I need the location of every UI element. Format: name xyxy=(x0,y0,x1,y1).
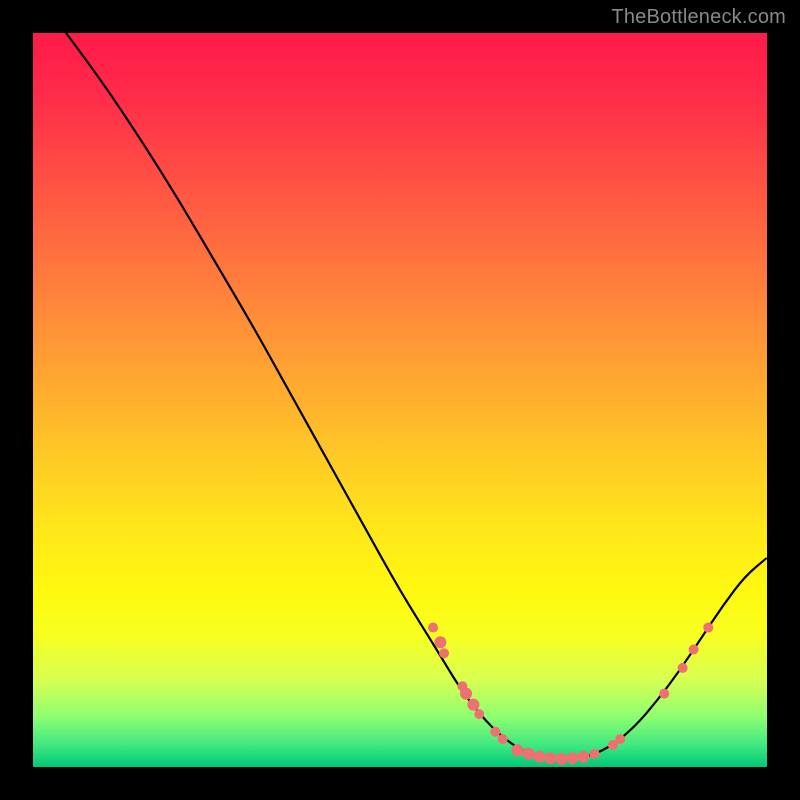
chart-plot-area xyxy=(33,33,767,767)
data-marker xyxy=(555,753,567,765)
data-markers xyxy=(428,623,713,765)
attribution-text: TheBottleneck.com xyxy=(611,6,786,29)
data-marker xyxy=(434,636,446,648)
data-marker xyxy=(474,709,484,719)
data-marker xyxy=(578,751,590,763)
data-marker xyxy=(460,688,472,700)
data-marker xyxy=(659,689,669,699)
chart-curve-layer xyxy=(33,33,767,767)
data-marker xyxy=(544,752,556,764)
data-marker xyxy=(498,734,508,744)
data-marker xyxy=(533,751,545,763)
bottleneck-curve xyxy=(66,33,767,759)
data-marker xyxy=(615,734,625,744)
data-marker xyxy=(678,663,688,673)
data-marker xyxy=(522,748,534,760)
data-marker xyxy=(467,699,479,711)
data-marker xyxy=(490,727,500,737)
data-marker xyxy=(439,648,449,658)
data-marker xyxy=(566,752,578,764)
data-marker xyxy=(428,623,438,633)
data-marker xyxy=(511,744,523,756)
data-marker xyxy=(689,645,699,655)
data-marker xyxy=(703,623,713,633)
data-marker xyxy=(590,749,600,759)
